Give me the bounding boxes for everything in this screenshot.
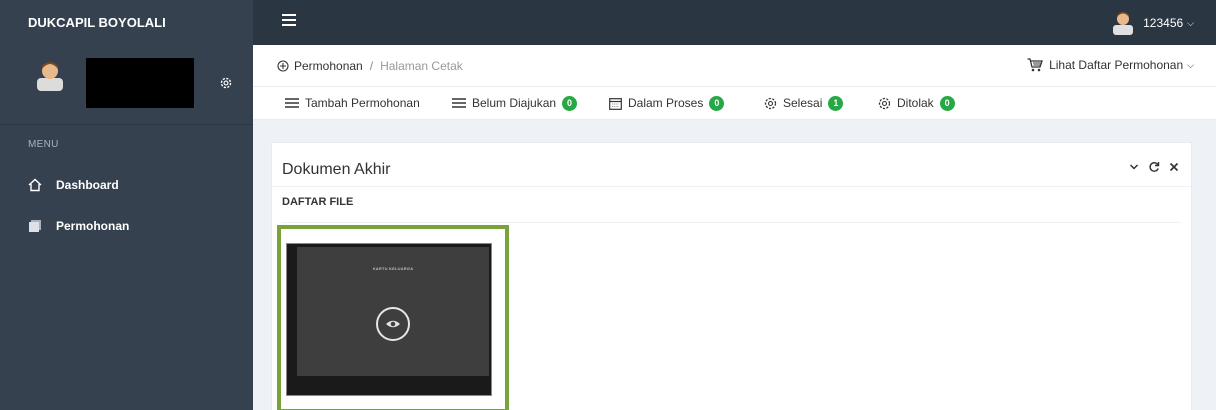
file-thumbnail: KARTU KELUARGA — [286, 243, 492, 396]
page-header-bar: Permohonan / Halaman Cetak Lihat Daftar … — [253, 45, 1216, 87]
gear-icon — [764, 97, 777, 109]
tab-belum-diajukan[interactable]: Belum Diajukan 0 — [452, 93, 578, 113]
tab-label: Tambah Permohonan — [305, 96, 420, 110]
home-icon — [28, 178, 42, 192]
tab-dalam-proses[interactable]: Dalam Proses 0 — [609, 93, 725, 113]
hamburger-menu-icon[interactable] — [282, 14, 296, 28]
list-dropdown-label: Lihat Daftar Permohonan — [1049, 58, 1184, 72]
close-icon[interactable] — [1169, 162, 1179, 172]
plus-circle-icon — [277, 60, 289, 72]
sidebar: MENU Dashboard Permohonan — [0, 45, 253, 410]
user-menu[interactable]: 123456 ⌵ — [1111, 10, 1194, 36]
sidebar-item-label: Permohonan — [56, 219, 130, 233]
tab-selesai[interactable]: Selesai 1 — [764, 93, 844, 113]
file-caption: KARTU KELUARGA — [372, 266, 414, 271]
tab-tambah-permohonan[interactable]: Tambah Permohonan — [285, 93, 420, 113]
chevron-down-icon: ⌵ — [1187, 17, 1194, 28]
status-tabs: Tambah Permohonan Belum Diajukan 0 Dalam… — [253, 87, 1216, 120]
breadcrumb-root-link[interactable]: Permohonan — [294, 59, 363, 73]
gear-icon — [878, 97, 891, 109]
portlet-divider — [272, 186, 1191, 187]
chevron-down-icon: ⌵ — [1187, 59, 1194, 70]
count-badge: 0 — [709, 95, 725, 111]
reload-icon[interactable] — [1148, 161, 1160, 173]
section-divider — [282, 222, 1181, 223]
cart-icon — [1027, 58, 1043, 72]
tab-ditolak[interactable]: Ditolak 0 — [878, 93, 955, 113]
username-label: 123456 — [1143, 16, 1184, 30]
calendar-icon — [609, 97, 622, 110]
portlet-tools — [1129, 161, 1179, 173]
profile-avatar-icon — [37, 62, 63, 91]
top-navbar: DUKCAPIL BOYOLALI 123456 ⌵ — [0, 0, 1216, 45]
eye-icon — [386, 320, 400, 328]
file-card-kartu-keluarga[interactable]: KARTU KELUARGA — [277, 225, 509, 410]
sidebar-item-dashboard[interactable]: Dashboard — [28, 175, 119, 195]
sidebar-profile — [0, 45, 253, 125]
app-brand[interactable]: DUKCAPIL BOYOLALI — [0, 0, 253, 45]
list-dropdown-button[interactable]: Lihat Daftar Permohonan ⌵ — [1027, 58, 1194, 72]
documents-icon — [29, 220, 41, 232]
sidebar-item-label: Dashboard — [56, 178, 119, 192]
tab-label: Ditolak — [897, 96, 934, 110]
tab-label: Belum Diajukan — [472, 96, 557, 110]
sidebar-item-permohonan[interactable]: Permohonan — [28, 216, 129, 236]
breadcrumb: Permohonan / Halaman Cetak — [277, 59, 463, 73]
portlet-title: Dokumen Akhir — [282, 161, 391, 178]
count-badge: 0 — [939, 95, 955, 111]
user-avatar-icon — [1113, 12, 1134, 35]
count-badge: 1 — [828, 95, 844, 111]
view-file-button[interactable] — [376, 307, 410, 341]
menu-lines-icon — [285, 98, 299, 108]
file-list-heading: DAFTAR FILE — [282, 196, 354, 208]
count-badge: 0 — [562, 95, 578, 111]
profile-name-redacted — [86, 58, 194, 108]
tab-label: Dalam Proses — [628, 96, 704, 110]
breadcrumb-current: Halaman Cetak — [380, 59, 463, 73]
collapse-chevron-icon[interactable] — [1129, 162, 1139, 172]
tab-label: Selesai — [783, 96, 823, 110]
breadcrumb-separator: / — [369, 59, 374, 73]
menu-lines-icon — [452, 98, 466, 108]
settings-gear-icon[interactable] — [219, 76, 233, 90]
file-preview: KARTU KELUARGA — [297, 247, 489, 376]
sidebar-menu-heading: MENU — [28, 139, 59, 150]
